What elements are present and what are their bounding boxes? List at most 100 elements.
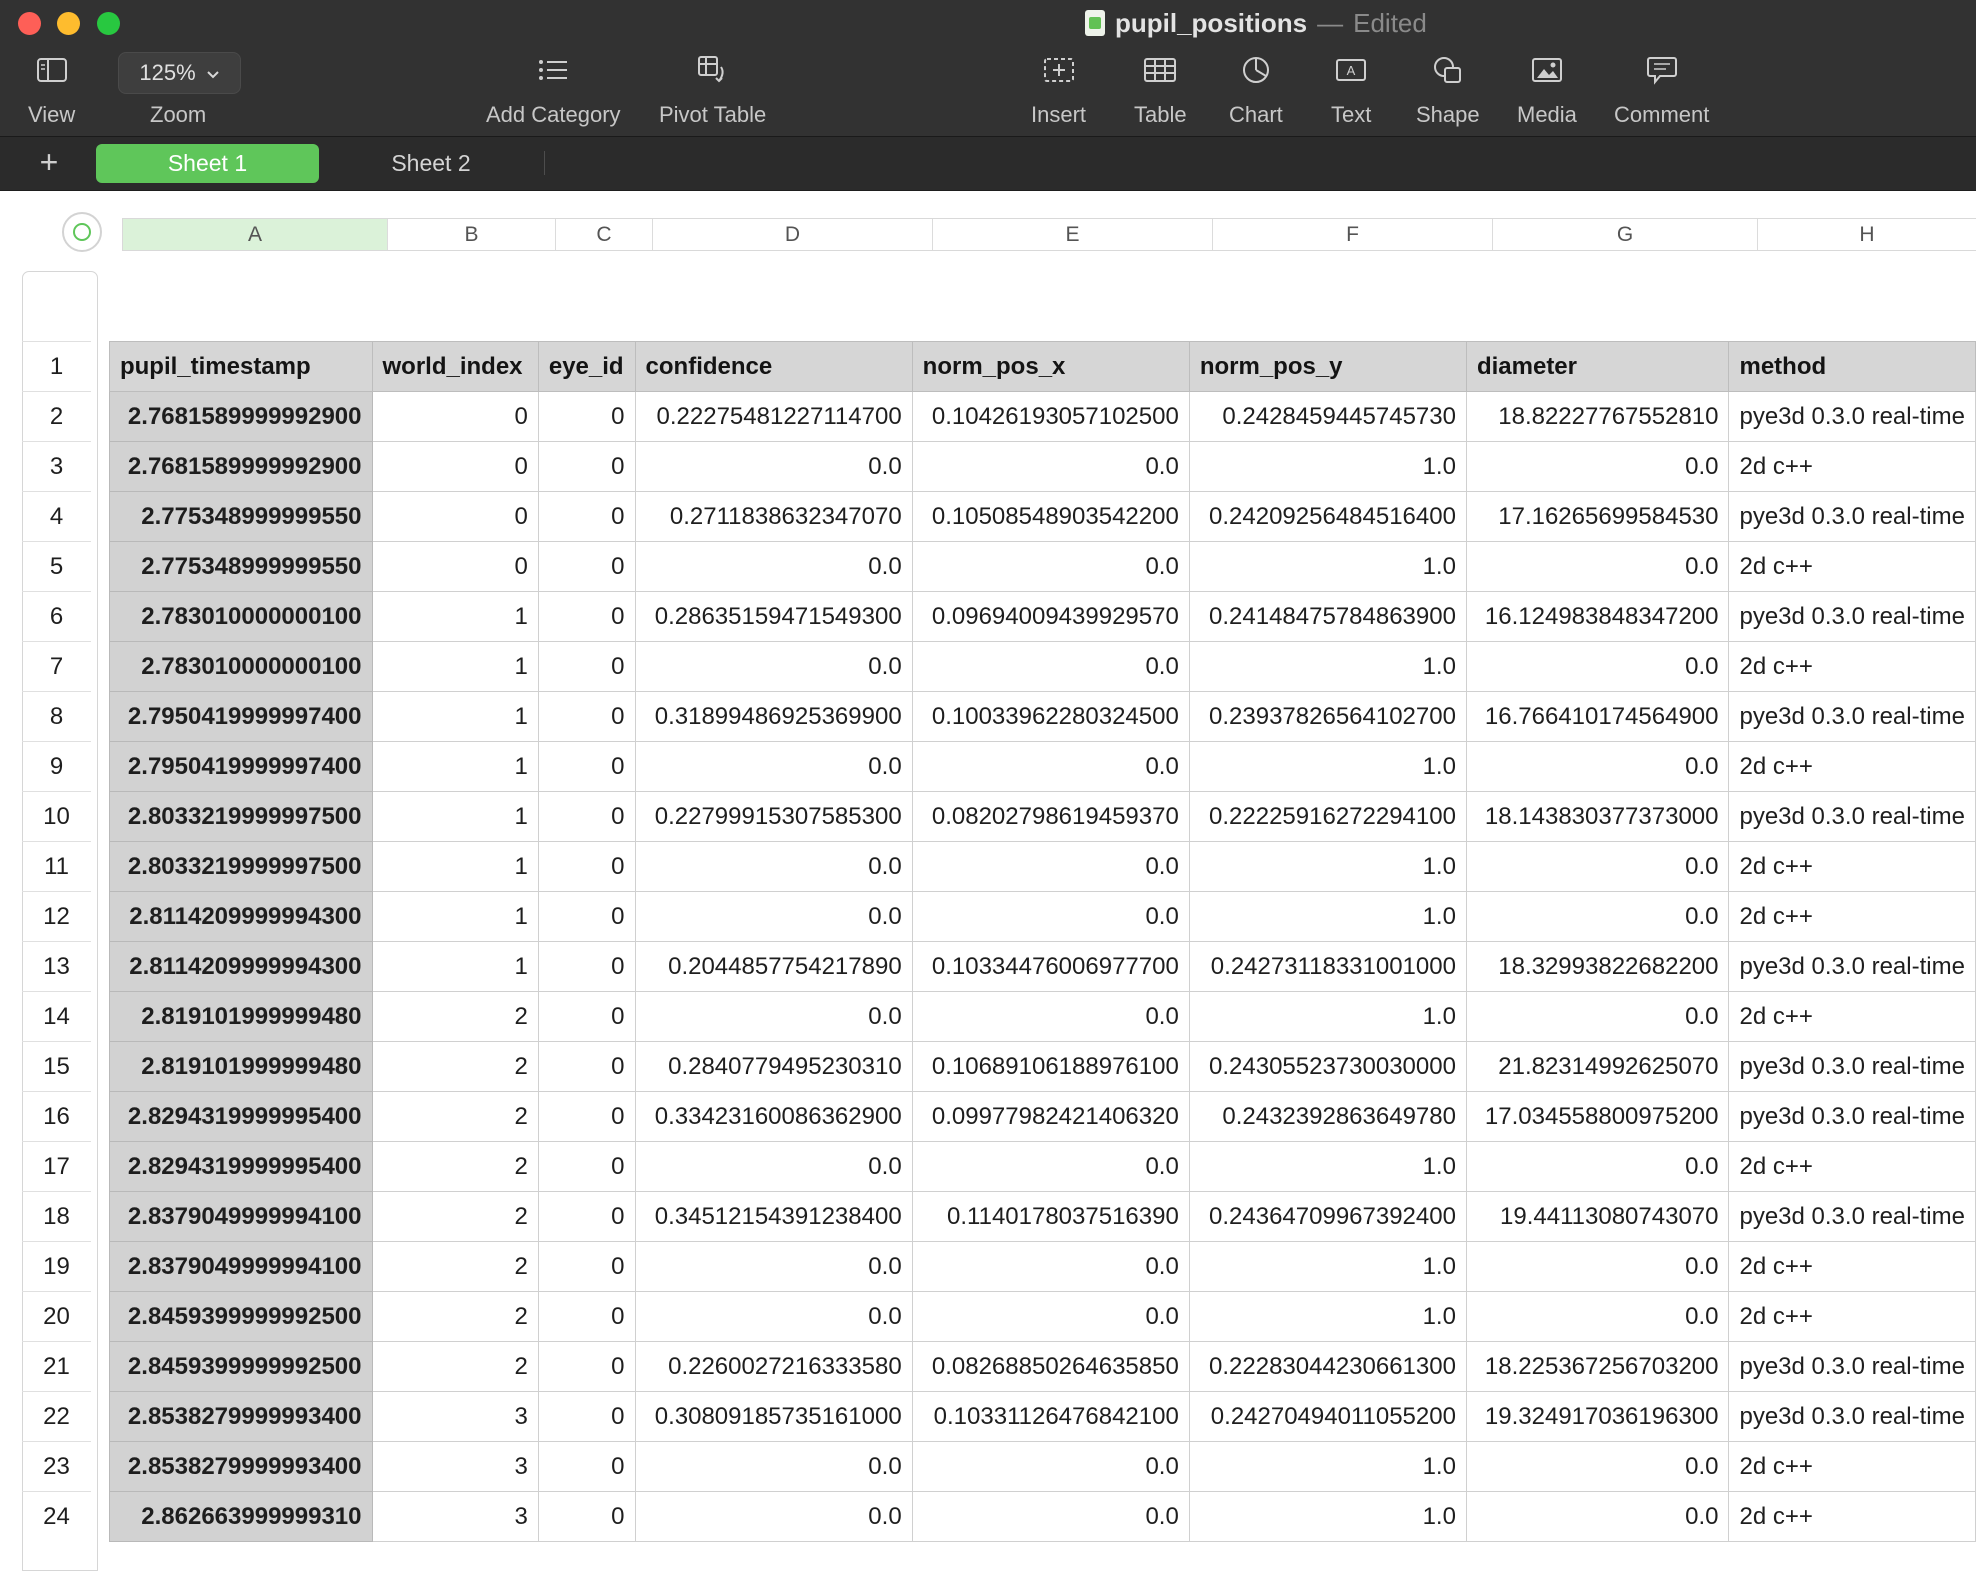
close-window-button[interactable]: [18, 12, 41, 35]
row-number[interactable]: 8: [22, 691, 92, 742]
column-header-c[interactable]: C: [556, 219, 653, 250]
table-cell[interactable]: 0: [537, 791, 636, 842]
add-sheet-button[interactable]: +: [38, 143, 60, 181]
table-cell[interactable]: 0: [537, 891, 636, 942]
table-cell[interactable]: 0: [537, 391, 636, 442]
header-cell[interactable]: world_index: [371, 341, 539, 392]
table-cell[interactable]: 0.0: [911, 1291, 1190, 1342]
table-cell[interactable]: 19.324917036196300: [1465, 1391, 1730, 1442]
table-cell[interactable]: 0.0: [911, 741, 1190, 792]
table-cell[interactable]: 0.08202798619459370: [911, 791, 1190, 842]
table-cell[interactable]: 0: [537, 1091, 636, 1142]
table-cell[interactable]: 0.2840779495230310: [634, 1041, 913, 1092]
column-header-a[interactable]: A: [123, 219, 388, 250]
column-header-g[interactable]: G: [1493, 219, 1758, 250]
table-cell[interactable]: 0.0: [634, 541, 913, 592]
table-cell[interactable]: 0.0: [911, 1141, 1190, 1192]
table-cell[interactable]: 18.225367256703200: [1465, 1341, 1730, 1392]
table-cell[interactable]: 1.0: [1188, 1241, 1467, 1292]
table-cell[interactable]: 0.10426193057102500: [911, 391, 1190, 442]
table-cell[interactable]: 0: [371, 491, 539, 542]
table-cell[interactable]: 0.0: [1465, 641, 1730, 692]
timestamp-cell[interactable]: 2.862663999999310: [108, 1491, 373, 1542]
timestamp-cell[interactable]: 2.8294319999995400: [108, 1091, 373, 1142]
table-cell[interactable]: 0: [537, 641, 636, 692]
table-cell[interactable]: 0.0: [634, 641, 913, 692]
table-cell[interactable]: 0: [371, 541, 539, 592]
table-cell[interactable]: 0.0: [911, 891, 1190, 942]
timestamp-cell[interactable]: 2.8033219999997500: [108, 791, 373, 842]
table-cell[interactable]: 0.2044857754217890: [634, 941, 913, 992]
table-cell[interactable]: 0: [537, 1441, 636, 1492]
column-header-e[interactable]: E: [933, 219, 1213, 250]
table-cell[interactable]: 0.0: [911, 641, 1190, 692]
table-button[interactable]: Table: [1134, 52, 1187, 128]
table-cell[interactable]: 2d c++: [1728, 741, 1976, 792]
timestamp-cell[interactable]: 2.783010000000100: [108, 641, 373, 692]
table-cell[interactable]: 2d c++: [1728, 891, 1976, 942]
table-cell[interactable]: 1.0: [1188, 1491, 1467, 1542]
table-cell[interactable]: 0.09694009439929570: [911, 591, 1190, 642]
row-number[interactable]: 23: [22, 1441, 92, 1492]
header-cell[interactable]: diameter: [1465, 341, 1730, 392]
table-cell[interactable]: 18.143830377373000: [1465, 791, 1730, 842]
table-cell[interactable]: 1: [371, 591, 539, 642]
row-number[interactable]: 21: [22, 1341, 92, 1392]
table-cell[interactable]: 2: [371, 1241, 539, 1292]
table-cell[interactable]: 3: [371, 1491, 539, 1542]
table-cell[interactable]: 0.0: [634, 1291, 913, 1342]
table-cell[interactable]: 0.2428459445745730: [1188, 391, 1467, 442]
header-cell[interactable]: confidence: [634, 341, 913, 392]
timestamp-cell[interactable]: 2.8114209999994300: [108, 891, 373, 942]
table-cell[interactable]: 1.0: [1188, 841, 1467, 892]
table-cell[interactable]: 0.10689106188976100: [911, 1041, 1190, 1092]
timestamp-cell[interactable]: 2.819101999999480: [108, 991, 373, 1042]
table-cell[interactable]: 19.44113080743070: [1465, 1191, 1730, 1242]
table-cell[interactable]: pye3d 0.3.0 real-time: [1728, 691, 1976, 742]
table-cell[interactable]: 0.09977982421406320: [911, 1091, 1190, 1142]
table-cell[interactable]: 0.22275481227114700: [634, 391, 913, 442]
table-cell[interactable]: 0.0: [634, 891, 913, 942]
table-cell[interactable]: 0.0: [634, 741, 913, 792]
table-cell[interactable]: 2d c++: [1728, 1241, 1976, 1292]
timestamp-cell[interactable]: 2.8379049999994100: [108, 1241, 373, 1292]
table-cell[interactable]: 0: [537, 441, 636, 492]
table-cell[interactable]: 0.0: [1465, 441, 1730, 492]
timestamp-cell[interactable]: 2.8033219999997500: [108, 841, 373, 892]
table-cell[interactable]: 0.10334476006977700: [911, 941, 1190, 992]
table-cell[interactable]: 2d c++: [1728, 841, 1976, 892]
table-cell[interactable]: 0.0: [1465, 1141, 1730, 1192]
table-cell[interactable]: 2d c++: [1728, 541, 1976, 592]
table-cell[interactable]: 0: [537, 541, 636, 592]
table-cell[interactable]: 1.0: [1188, 541, 1467, 592]
table-cell[interactable]: 0.24305523730030000: [1188, 1041, 1467, 1092]
table-cell[interactable]: 2: [371, 1191, 539, 1242]
column-header-b[interactable]: B: [388, 219, 556, 250]
table-cell[interactable]: 16.124983848347200: [1465, 591, 1730, 642]
table-cell[interactable]: 1: [371, 791, 539, 842]
row-number[interactable]: 18: [22, 1191, 92, 1242]
zoom-window-button[interactable]: [97, 12, 120, 35]
table-cell[interactable]: 0: [537, 1291, 636, 1342]
table-cell[interactable]: 0.30809185735161000: [634, 1391, 913, 1442]
timestamp-cell[interactable]: 2.783010000000100: [108, 591, 373, 642]
table-cell[interactable]: 3: [371, 1391, 539, 1442]
table-cell[interactable]: 0: [537, 741, 636, 792]
table-cell[interactable]: 0: [537, 591, 636, 642]
table-cell[interactable]: 1: [371, 891, 539, 942]
table-cell[interactable]: 0.1140178037516390: [911, 1191, 1190, 1242]
table-cell[interactable]: 0.0: [634, 1241, 913, 1292]
header-cell[interactable]: norm_pos_y: [1188, 341, 1467, 392]
table-cell[interactable]: 0.0: [1465, 1491, 1730, 1542]
table-cell[interactable]: 2d c++: [1728, 1291, 1976, 1342]
table-cell[interactable]: 1.0: [1188, 1141, 1467, 1192]
media-button[interactable]: Media: [1517, 52, 1577, 128]
header-cell[interactable]: method: [1728, 341, 1976, 392]
table-cell[interactable]: 1.0: [1188, 441, 1467, 492]
tab-sheet-1[interactable]: Sheet 1: [96, 144, 319, 183]
table-cell[interactable]: 1.0: [1188, 1441, 1467, 1492]
table-cell[interactable]: 0.0: [1465, 841, 1730, 892]
table-cell[interactable]: 0: [537, 991, 636, 1042]
table-cell[interactable]: 0.24273118331001000: [1188, 941, 1467, 992]
table-cell[interactable]: 0.0: [634, 441, 913, 492]
